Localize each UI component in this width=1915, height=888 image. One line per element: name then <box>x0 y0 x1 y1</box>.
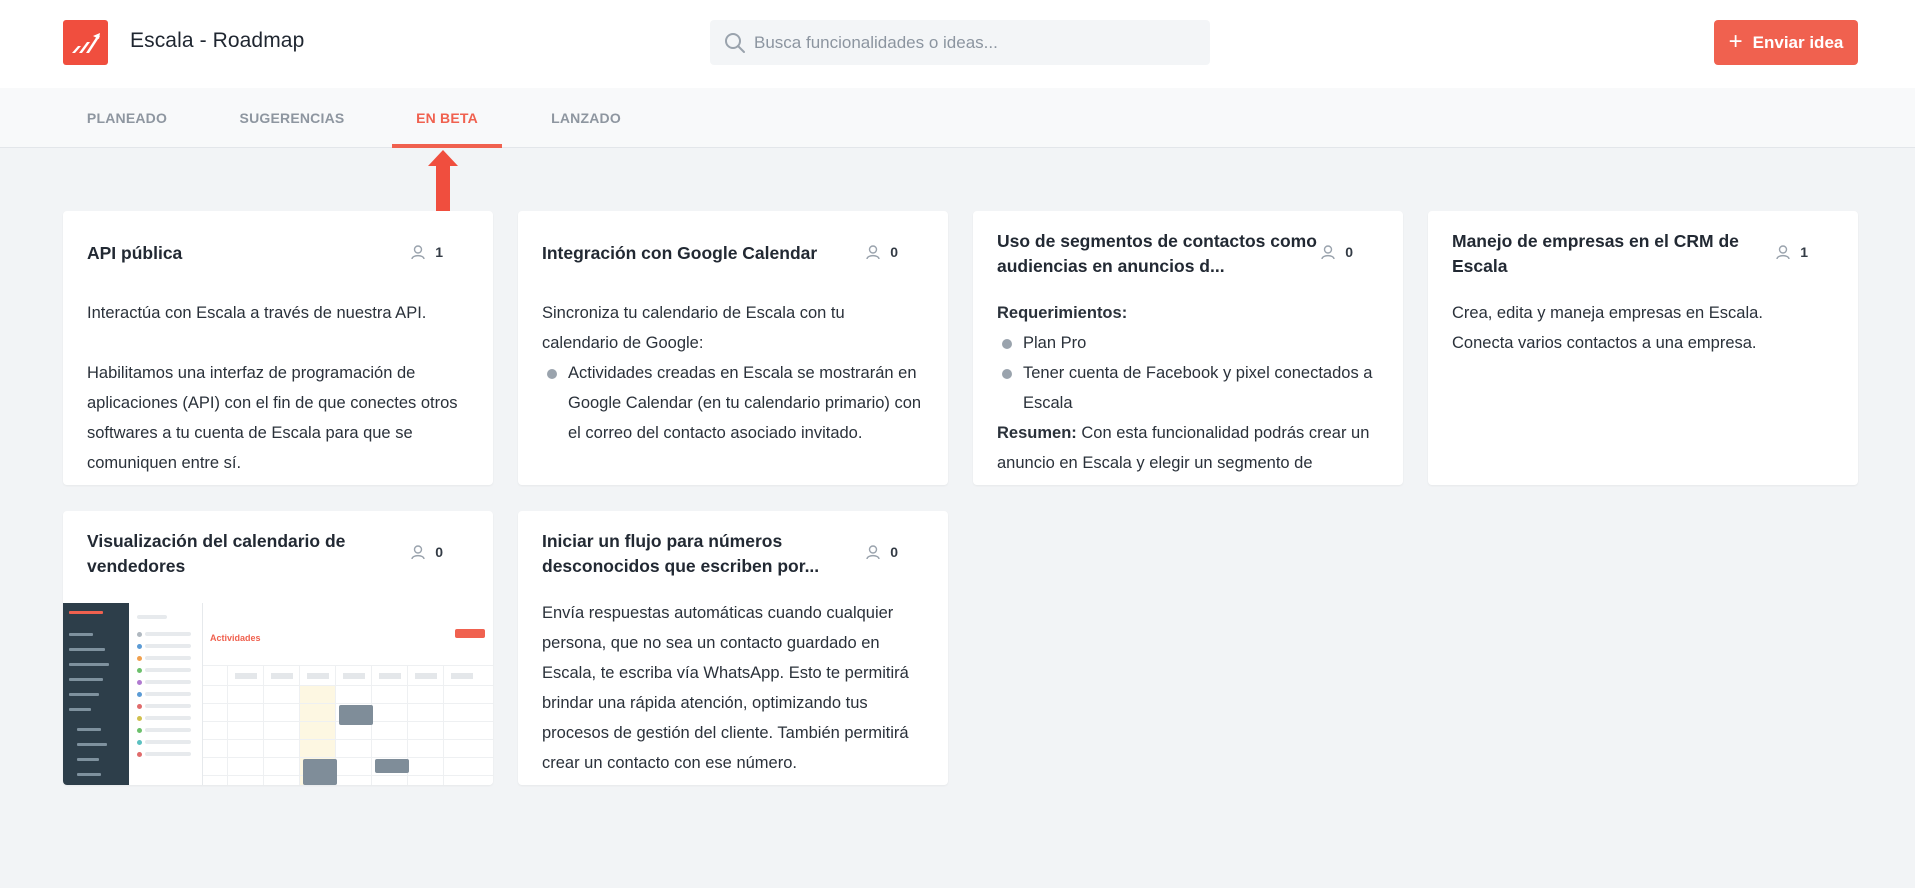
card-description: Requerimientos: Plan Pro Tener cuenta de… <box>997 298 1379 485</box>
app-title: Escala - Roadmap <box>130 29 305 52</box>
card-title: Integración con Google Calendar <box>542 243 818 263</box>
user-icon <box>866 244 880 259</box>
vote-number: 1 <box>435 244 443 260</box>
preview-calendar: Actividades <box>203 603 493 785</box>
card-calendario-vendedores[interactable]: Visualización del calendario de vendedor… <box>63 511 493 785</box>
user-icon <box>866 544 880 559</box>
search-box[interactable] <box>710 20 1210 65</box>
vote-number: 0 <box>890 544 898 560</box>
card-description: Interactúa con Escala a través de nuestr… <box>87 298 469 478</box>
bullet-list: Plan Pro Tener cuenta de Facebook y pixe… <box>997 328 1379 418</box>
card-title: Iniciar un flujo para números desconocid… <box>542 531 820 576</box>
vote-number: 0 <box>435 544 443 560</box>
user-icon <box>411 544 425 559</box>
card-text: Envía respuestas automáticas cuando cual… <box>542 604 909 772</box>
tab-lanzado[interactable]: LANZADO <box>532 88 640 148</box>
card-title: Manejo de empresas en el CRM de Escala <box>1452 231 1739 276</box>
user-icon <box>1776 244 1790 259</box>
card-description: Envía respuestas automáticas cuando cual… <box>542 598 924 778</box>
preview-sidebar <box>63 603 129 785</box>
card-manejo-empresas[interactable]: Manejo de empresas en el CRM de Escala 1… <box>1428 211 1858 485</box>
preview-user-list <box>129 603 203 785</box>
tab-en-beta[interactable]: EN BETA <box>392 88 502 148</box>
card-text: Sincroniza tu calendario de Escala con t… <box>542 304 845 352</box>
search-input[interactable] <box>754 20 1194 65</box>
card-text: Crea, edita y maneja empresas en Escala. <box>1452 304 1763 322</box>
bullet-list: Actividades creadas en Escala se mostrar… <box>542 358 924 448</box>
vote-number: 0 <box>890 244 898 260</box>
vote-count[interactable]: 0 <box>411 544 443 560</box>
annotation-arrow-icon <box>428 150 458 218</box>
card-api-publica[interactable]: API pública 1 Interactúa con Escala a tr… <box>63 211 493 485</box>
list-item: Actividades creadas en Escala se mostrar… <box>542 358 924 448</box>
card-segmentos-audiencias[interactable]: Uso de segmentos de contactos como audie… <box>973 211 1403 485</box>
list-item: Tener cuenta de Facebook y pixel conecta… <box>997 358 1379 418</box>
vote-count[interactable]: 0 <box>1321 244 1353 260</box>
escala-logo-icon <box>71 32 100 53</box>
vote-count[interactable]: 1 <box>1776 244 1808 260</box>
preview-activities-title: Actividades <box>210 633 261 643</box>
vote-number: 1 <box>1800 244 1808 260</box>
status-tabs: PLANEADO SUGERENCIAS EN BETA LANZADO <box>0 88 1915 148</box>
card-text: Conecta varios contactos a una empresa. <box>1452 334 1757 352</box>
list-item: Plan Pro <box>997 328 1379 358</box>
search-icon <box>725 33 745 53</box>
requirements-label: Requerimientos: <box>997 304 1128 322</box>
vote-number: 0 <box>1345 244 1353 260</box>
top-header: Escala - Roadmap + Enviar idea <box>0 0 1915 88</box>
send-idea-button[interactable]: + Enviar idea <box>1714 20 1858 65</box>
escala-logo[interactable] <box>63 20 108 65</box>
vote-count[interactable]: 0 <box>866 244 898 260</box>
tab-planeado[interactable]: PLANEADO <box>64 88 190 148</box>
calendar-preview-image: Actividades <box>63 603 493 785</box>
user-icon <box>411 244 425 259</box>
card-text: Habilitamos una interfaz de programación… <box>87 364 458 472</box>
card-description: Sincroniza tu calendario de Escala con t… <box>542 298 924 448</box>
vote-count[interactable]: 0 <box>866 544 898 560</box>
card-google-calendar[interactable]: Integración con Google Calendar 0 Sincro… <box>518 211 948 485</box>
send-idea-label: Enviar idea <box>1752 32 1844 52</box>
user-icon <box>1321 244 1335 259</box>
card-title: Visualización del calendario de vendedor… <box>87 531 346 576</box>
summary-label: Resumen: <box>997 424 1077 442</box>
card-flujo-numeros-desconocidos[interactable]: Iniciar un flujo para números desconocid… <box>518 511 948 785</box>
plus-icon: + <box>1728 27 1743 55</box>
tab-sugerencias[interactable]: SUGERENCIAS <box>222 88 362 148</box>
card-description: Crea, edita y maneja empresas en Escala.… <box>1452 298 1834 358</box>
card-title: API pública <box>87 243 183 263</box>
card-text: Interactúa con Escala a través de nuestr… <box>87 304 427 322</box>
card-title: Uso de segmentos de contactos como audie… <box>997 231 1317 276</box>
vote-count[interactable]: 1 <box>411 244 443 260</box>
